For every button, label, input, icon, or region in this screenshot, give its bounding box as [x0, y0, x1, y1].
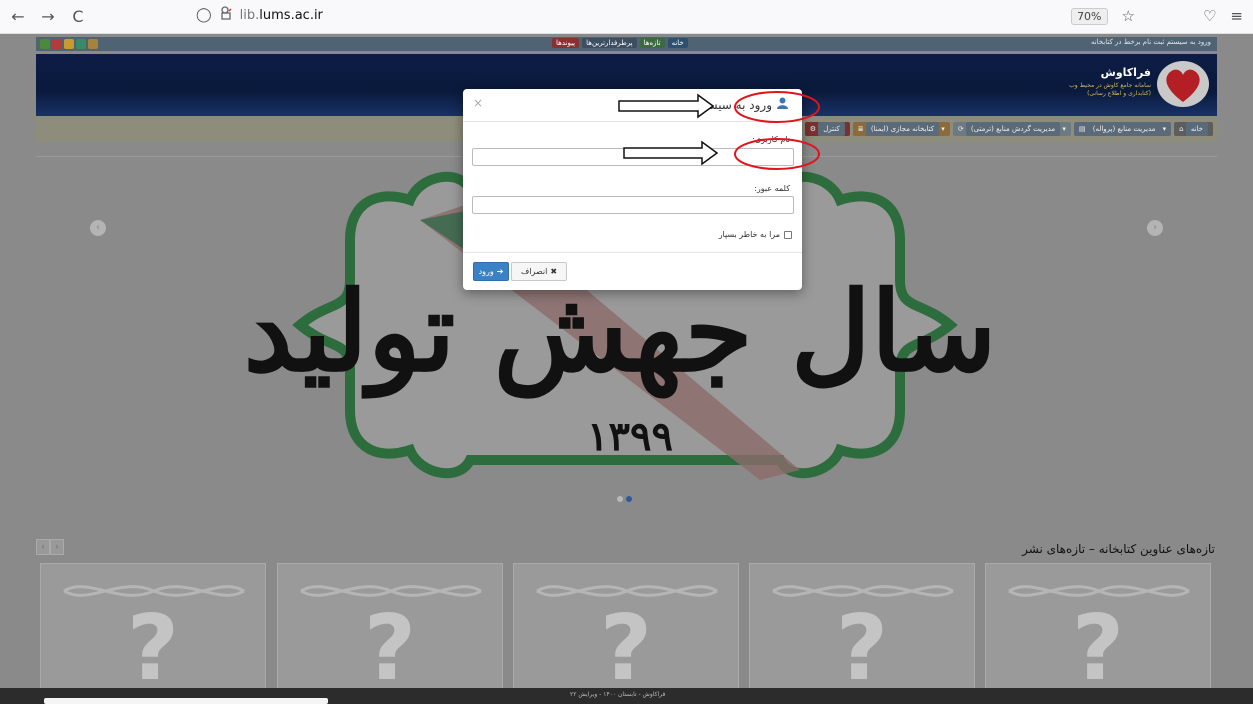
site-brand: فراکاوش [1100, 66, 1151, 79]
site-footer: فراکاوش - تابستان ۱۴۰۰ - ویرایش ۲۲ [0, 688, 1253, 704]
hamburger-menu-icon[interactable]: ≡ [1230, 7, 1243, 25]
book-card[interactable]: ? [277, 563, 503, 704]
carousel-prev-icon[interactable]: ‹ [90, 220, 106, 236]
status-url-box [44, 698, 328, 704]
placeholder-question-icon: ? [363, 596, 417, 701]
menu-label: خانه [1185, 122, 1208, 136]
sign-in-icon: ➔ [496, 267, 504, 276]
back-icon[interactable]: ← [10, 7, 26, 26]
address-bar[interactable]: ◯ lib.lums.ac.ir [196, 6, 323, 24]
book-card[interactable]: ? [513, 563, 739, 704]
cancel-button-label: انصراف [520, 267, 548, 276]
password-label: کلمه عبور: [754, 184, 790, 193]
placeholder-question-icon: ? [126, 596, 180, 701]
password-input[interactable] [472, 196, 794, 214]
book-card[interactable]: ? [40, 563, 266, 704]
tagline-line-2: (کتابداری و اطلاع رسانی) [1087, 89, 1151, 97]
remember-checkbox[interactable] [784, 230, 792, 239]
login-button-label: ورود [478, 267, 494, 276]
page-content: پیوندها پرطرفدارترین‌ها تازه‌ها خانه ورو… [0, 34, 1253, 704]
pocket-icon[interactable]: ♡ [1203, 7, 1216, 25]
site-top-bar: پیوندها پرطرفدارترین‌ها تازه‌ها خانه ورو… [36, 37, 1217, 51]
menu-label: مدیریت گردش منابع (ترمتی) [965, 122, 1061, 136]
placeholder-question-icon: ? [599, 596, 653, 701]
close-icon[interactable]: × [473, 96, 483, 110]
annotation-arrow-password [623, 140, 719, 166]
remember-me[interactable]: مرا به خاطر بسپار [719, 230, 792, 239]
browser-toolbar: ← → C ◯ lib.lums.ac.ir 70% ☆ ♡ ≡ [0, 0, 1253, 34]
placeholder-question-icon: ? [1071, 596, 1125, 701]
top-link-links[interactable]: پیوندها [552, 38, 580, 48]
tagline-line-1: سامانه جامع کاوش در محیط وب [1069, 82, 1151, 89]
placeholder-question-icon: ? [835, 596, 889, 701]
pager-next-icon[interactable]: › [50, 539, 64, 555]
footer-text: فراکاوش - تابستان ۱۴۰۰ - ویرایش ۲۲ [570, 691, 666, 698]
pager-prev-icon[interactable]: ‹ [36, 539, 50, 555]
toolbar-icon-orange[interactable] [64, 39, 74, 49]
menu-item-resources[interactable]: ▤ مدیریت منابع (پرواله) ▾ [1073, 122, 1172, 136]
heart-logo-icon [1157, 61, 1209, 107]
menu-item-home[interactable]: ⌂ خانه [1174, 122, 1213, 136]
url-domain: lums.ac.ir [259, 7, 323, 23]
top-link-new[interactable]: تازه‌ها [639, 38, 665, 48]
modal-footer: ➔ ورود ✖ انصراف [463, 252, 802, 290]
annotation-overlay [618, 91, 820, 170]
shield-icon: ◯ [196, 7, 212, 23]
toolbar-icon-green[interactable] [40, 39, 50, 49]
top-link-popular[interactable]: پرطرفدارترین‌ها [582, 38, 637, 48]
cancel-button[interactable]: ✖ انصراف [511, 262, 567, 281]
section-title: تازه‌های عناوین کتابخانه – تازه‌های نشر [1022, 542, 1215, 556]
carousel-next-icon[interactable]: › [1147, 220, 1163, 236]
toolbar-icon-search[interactable] [76, 39, 86, 49]
top-link-home[interactable]: خانه [667, 38, 688, 48]
url-text[interactable]: lib.lums.ac.ir [240, 8, 323, 23]
bookmark-star-icon[interactable]: ☆ [1122, 7, 1135, 25]
book-card[interactable]: ? [985, 563, 1211, 704]
login-register-link[interactable]: ورود به سیستم ثبت نام برخط در کتابخانه [1091, 38, 1211, 46]
cancel-x-icon: ✖ [550, 267, 558, 276]
login-button[interactable]: ➔ ورود [473, 262, 509, 281]
top-links: پیوندها پرطرفدارترین‌ها تازه‌ها خانه [552, 38, 688, 48]
connection-icon[interactable] [220, 6, 232, 24]
carousel-dots [617, 496, 632, 502]
menu-label: مدیریت منابع (پرواله) [1087, 122, 1161, 136]
annotation-circle-password [734, 138, 820, 170]
books-pager: ‹ › [36, 539, 64, 555]
carousel-dot[interactable] [617, 496, 623, 502]
toolbar-icon-list[interactable] [88, 39, 98, 49]
book-card[interactable]: ? [749, 563, 975, 704]
browser-actions: 70% ☆ ♡ ≡ [1071, 7, 1243, 25]
url-subdomain: lib. [239, 7, 260, 23]
menu-label: کتابخانه مجازی (ایمنا) [865, 122, 940, 136]
site-tagline: سامانه جامع کاوش در محیط وب (کتابداری و … [1069, 82, 1151, 98]
carousel-dot-active[interactable] [626, 496, 632, 502]
menu-item-circulation[interactable]: ⟳ مدیریت گردش منابع (ترمتی) ▾ [952, 122, 1071, 136]
menu-item-virtual-library[interactable]: ≣ کتابخانه مجازی (ایمنا) ▾ [852, 122, 950, 136]
zoom-level[interactable]: 70% [1071, 7, 1108, 25]
menu-items: ⌂ خانه ▤ مدیریت منابع (پرواله) ▾ ⟳ مدیری… [804, 122, 1213, 136]
annotation-arrow-username [618, 93, 715, 119]
slide-year: ۱۳۹۹ [587, 413, 673, 460]
annotation-circle-username [734, 91, 820, 123]
reload-icon[interactable]: C [70, 7, 86, 26]
remember-label: مرا به خاطر بسپار [718, 230, 780, 239]
toolbar-icon-red[interactable] [52, 39, 62, 49]
forward-icon[interactable]: → [40, 7, 56, 26]
browser-nav: ← → C [10, 7, 86, 26]
